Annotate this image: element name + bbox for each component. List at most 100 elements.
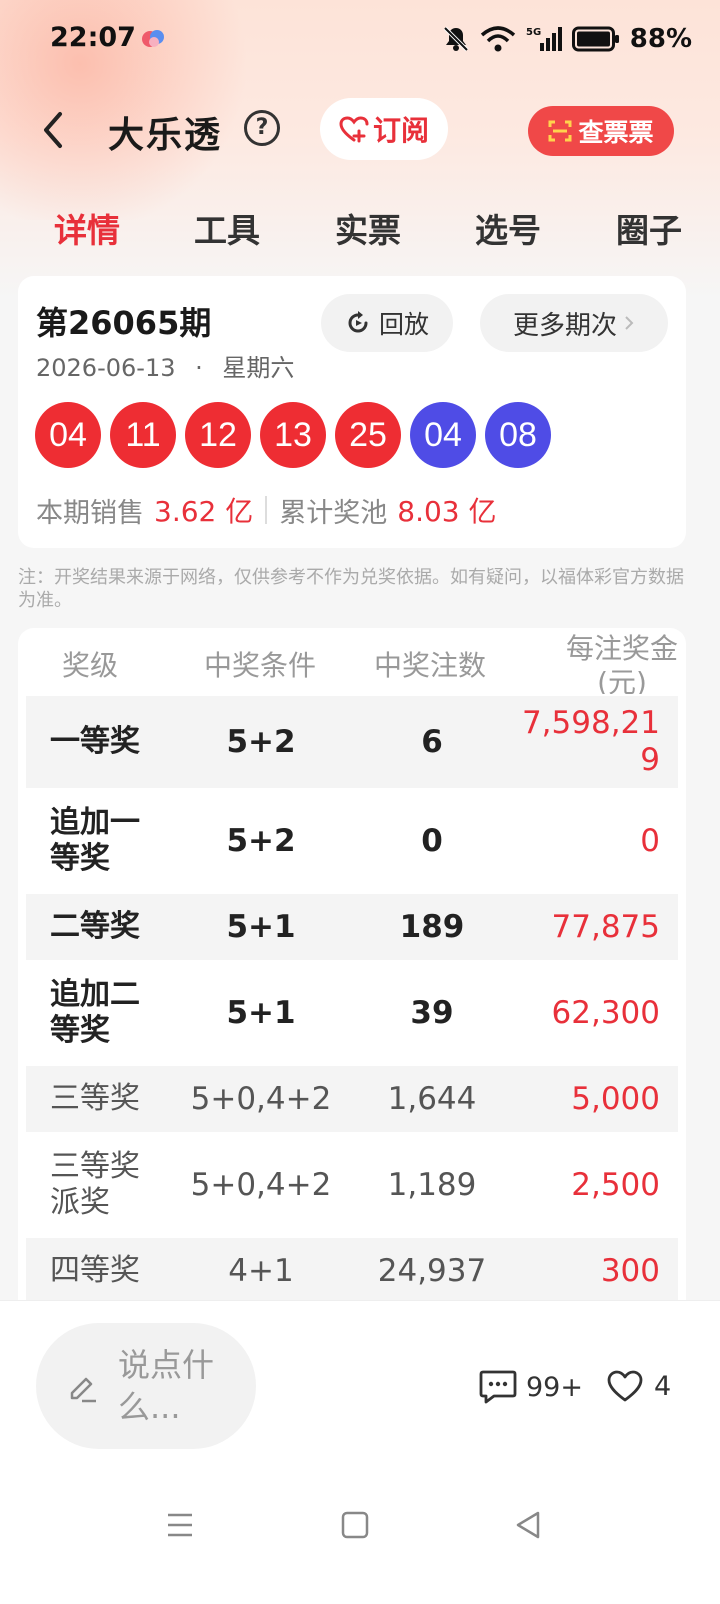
draw-date: 2026-06-13 bbox=[36, 354, 176, 382]
square-icon bbox=[341, 1511, 369, 1539]
menu-nav-button[interactable] bbox=[160, 1505, 200, 1545]
blue-ball: 08 bbox=[485, 402, 551, 468]
prize-amount: 2,500 bbox=[571, 1166, 660, 1203]
check-ticket-button[interactable]: 查票票 bbox=[528, 106, 674, 156]
table-header-count: 中奖注数 bbox=[374, 649, 487, 682]
prize-count: 189 bbox=[399, 909, 465, 945]
prize-condition: 5+2 bbox=[226, 724, 296, 760]
prize-count: 24,937 bbox=[377, 1253, 487, 1289]
system-navigation-bar bbox=[0, 1491, 720, 1571]
table-row: 追加二等奖 5+1 39 62,300 bbox=[26, 960, 678, 1066]
date-separator: · bbox=[195, 354, 203, 382]
like-button[interactable]: 4 bbox=[606, 1369, 671, 1403]
prize-condition: 5+0,4+2 bbox=[190, 1167, 332, 1203]
prize-count: 0 bbox=[421, 823, 443, 859]
bottom-action-bar: 说点什么... 99+ 4 bbox=[0, 1300, 720, 1604]
app-header: 大乐透 ? 订阅 查票票 bbox=[0, 96, 720, 166]
chevron-left-icon bbox=[44, 112, 62, 148]
prize-amount: 77,875 bbox=[551, 908, 660, 945]
table-header-condition: 中奖条件 bbox=[204, 649, 317, 682]
heart-icon bbox=[607, 1370, 643, 1402]
table-header-level: 奖级 bbox=[62, 649, 119, 682]
help-button[interactable]: ? bbox=[244, 110, 280, 146]
replay-label: 回放 bbox=[378, 310, 429, 339]
comment-bubble-icon bbox=[479, 1370, 517, 1404]
table-row: 三等奖派奖 5+0,4+2 1,189 2,500 bbox=[26, 1132, 678, 1238]
menu-icon bbox=[168, 1513, 192, 1537]
disclaimer-note: 注：开奖结果来源于网络，仅供参考不作为兑奖依据。如有疑问，以福体彩官方数据为准。 bbox=[18, 567, 684, 611]
prize-count: 1,189 bbox=[387, 1167, 477, 1203]
table-row: 二等奖 5+1 189 77,875 bbox=[26, 894, 678, 960]
heart-plus-icon bbox=[339, 116, 369, 143]
replay-icon bbox=[348, 311, 368, 333]
pool-label: 累计奖池 bbox=[279, 497, 388, 529]
red-ball: 04 bbox=[35, 402, 101, 468]
draw-weekday: 星期六 bbox=[222, 354, 295, 382]
tab-bar: 详情 工具 实票 选号 圈子 bbox=[0, 200, 720, 260]
tab-pick-numbers[interactable]: 选号 bbox=[475, 204, 541, 252]
network-type-label: 5G bbox=[526, 27, 541, 38]
draw-result-card: 第26065期 2026-06-13 · 星期六 回放 更多期次 04 11 1… bbox=[18, 276, 686, 548]
scan-icon bbox=[548, 120, 572, 142]
prize-level: 一等奖 bbox=[50, 724, 140, 759]
red-ball: 25 bbox=[335, 402, 401, 468]
draw-date-line: 2026-06-13 · 星期六 bbox=[36, 348, 294, 383]
prize-level: 三等奖 bbox=[50, 1081, 140, 1116]
back-button[interactable] bbox=[36, 108, 72, 152]
prize-level: 追加一等奖 bbox=[50, 805, 140, 876]
prize-amount: 0 bbox=[640, 822, 660, 859]
prize-count: 1,644 bbox=[387, 1081, 477, 1117]
battery-icon bbox=[571, 26, 620, 52]
table-row: 追加一等奖 5+2 0 0 bbox=[26, 788, 678, 894]
wifi-icon bbox=[480, 25, 516, 53]
status-bar: 22:07 5G 88% bbox=[0, 0, 720, 82]
comment-input[interactable]: 说点什么... bbox=[36, 1323, 256, 1449]
subscribe-label: 订阅 bbox=[372, 114, 429, 147]
comments-button[interactable]: 99+ bbox=[478, 1369, 583, 1405]
prize-condition: 5+0,4+2 bbox=[190, 1081, 332, 1117]
pencil-icon bbox=[70, 1377, 96, 1403]
sales-summary: 本期销售 3.62 亿 累计奖池 8.03 亿 bbox=[36, 490, 497, 530]
red-ball: 11 bbox=[110, 402, 176, 468]
mute-bell-icon bbox=[442, 25, 470, 53]
red-ball: 12 bbox=[185, 402, 251, 468]
triangle-back-icon bbox=[516, 1511, 540, 1539]
pool-value: 8.03 亿 bbox=[397, 495, 497, 528]
comment-count: 99+ bbox=[526, 1371, 583, 1403]
prize-condition: 5+2 bbox=[226, 823, 296, 859]
prize-condition: 5+1 bbox=[226, 909, 296, 945]
more-issues-button[interactable]: 更多期次 bbox=[480, 294, 668, 352]
battery-level: 88% bbox=[629, 24, 692, 54]
prize-level: 三等奖派奖 bbox=[50, 1149, 140, 1220]
replay-button[interactable]: 回放 bbox=[321, 294, 453, 352]
sales-label: 本期销售 bbox=[36, 497, 144, 529]
prize-condition: 5+1 bbox=[226, 995, 296, 1031]
tab-community[interactable]: 圈子 bbox=[616, 204, 682, 252]
home-nav-button[interactable] bbox=[335, 1505, 375, 1545]
subscribe-button[interactable]: 订阅 bbox=[320, 98, 448, 160]
notification-app-icon bbox=[140, 27, 168, 51]
page-title: 大乐透 bbox=[108, 115, 223, 156]
table-row: 四等奖 4+1 24,937 300 bbox=[26, 1238, 678, 1300]
prize-level: 四等奖 bbox=[50, 1253, 140, 1288]
blue-ball: 04 bbox=[410, 402, 476, 468]
prize-count: 6 bbox=[421, 724, 443, 760]
prize-amount: 7,598,219 bbox=[521, 705, 660, 778]
prize-amount: 300 bbox=[600, 1252, 660, 1289]
like-count: 4 bbox=[654, 1370, 672, 1402]
prize-level: 追加二等奖 bbox=[50, 977, 140, 1048]
table-row: 三等奖 5+0,4+2 1,644 5,000 bbox=[26, 1066, 678, 1132]
tab-details[interactable]: 详情 bbox=[54, 204, 120, 252]
check-ticket-label: 查票票 bbox=[578, 118, 654, 147]
chevron-right-icon bbox=[625, 316, 634, 330]
divider bbox=[265, 496, 268, 524]
issue-number: 第26065期 bbox=[36, 304, 212, 342]
back-nav-button[interactable] bbox=[508, 1505, 548, 1545]
cellular-signal-icon: 5G bbox=[526, 25, 562, 53]
prize-table: 奖级 中奖条件 中奖注数 每注奖金(元) 一等奖 5+2 6 7,598,219… bbox=[18, 628, 686, 1300]
tab-real-tickets[interactable]: 实票 bbox=[335, 204, 401, 252]
prize-count: 39 bbox=[410, 995, 454, 1031]
comment-placeholder: 说点什么... bbox=[118, 1346, 215, 1426]
tab-tools[interactable]: 工具 bbox=[194, 204, 260, 252]
prize-level: 二等奖 bbox=[50, 909, 140, 944]
